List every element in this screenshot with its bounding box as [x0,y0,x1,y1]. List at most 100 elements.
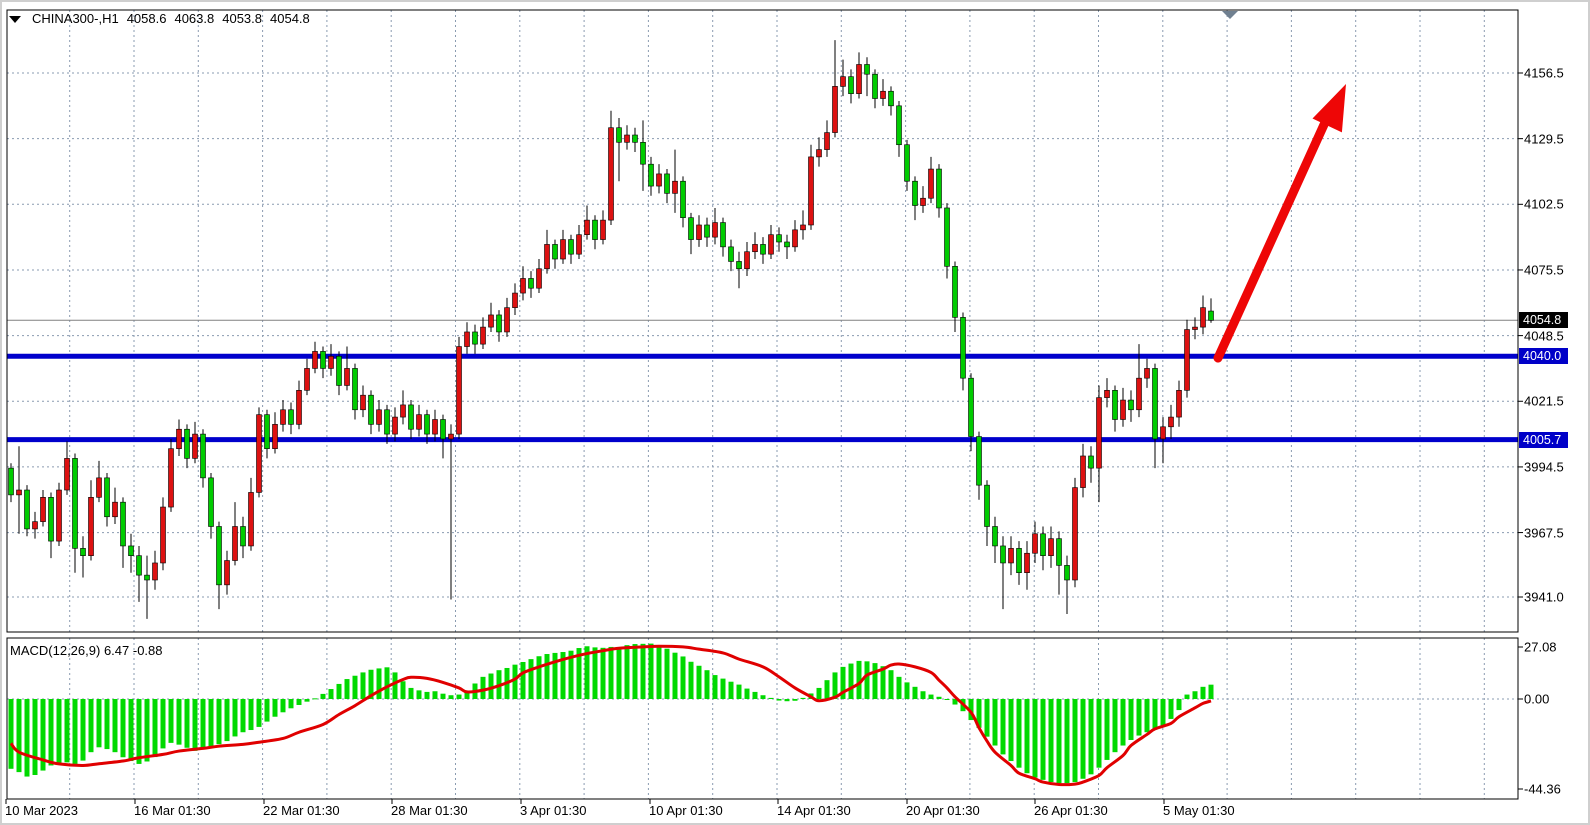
macd-histogram-bar [529,659,534,699]
macd-name: MACD(12,26,9) [10,643,100,658]
candle-body [793,230,798,247]
candle-body [97,478,102,497]
candle-body [993,526,998,545]
macd-axis-label[interactable]: 27.08 [1524,640,1557,655]
candle-body [681,181,686,217]
candle-body [689,218,694,240]
price-axis-label[interactable]: 3941.0 [1524,590,1564,605]
macd-histogram-bar [169,699,174,743]
price-axis-label[interactable]: 3994.5 [1524,459,1564,474]
candle-body [849,77,854,94]
candle-body [1185,330,1190,391]
time-axis-label[interactable]: 10 Apr 01:30 [649,803,723,818]
candle-body [641,142,646,164]
macd-histogram-bar [153,699,158,757]
candle-body [129,546,134,556]
candle-body [1121,400,1126,419]
macd-histogram-bar [81,699,86,761]
price-axis-label[interactable]: 4075.5 [1524,262,1564,277]
macd-histogram-bar [617,647,622,699]
macd-axis-label[interactable]: -44.36 [1524,782,1561,797]
macd-histogram-bar [721,679,726,699]
macd-histogram-bar [545,654,550,699]
macd-histogram-bar [265,699,270,722]
time-axis-label[interactable]: 16 Mar 01:30 [134,803,211,818]
candle-body [417,415,422,430]
candle-body [1209,311,1214,320]
chart-shift-marker-icon[interactable] [1222,11,1238,19]
macd-histogram-bar [673,653,678,699]
candle-body [713,223,718,238]
macd-histogram-bar [921,691,926,699]
time-axis-label[interactable]: 26 Apr 01:30 [1034,803,1108,818]
candle-body [121,502,126,546]
candle-body [145,575,150,580]
time-axis-label[interactable]: 5 May 01:30 [1163,803,1235,818]
macd-histogram-bar [905,682,910,699]
current-price-tag: 4054.8 [1519,312,1568,328]
up-arrow-head[interactable] [1313,84,1347,132]
candle-body [89,497,94,555]
macd-histogram-bar [1057,699,1062,783]
time-axis-label[interactable]: 3 Apr 01:30 [520,803,587,818]
macd-histogram-bar [1105,699,1110,760]
macd-histogram-bar [337,684,342,699]
candle-body [1073,488,1078,580]
candle-body [481,327,486,344]
candle-body [705,225,710,237]
time-axis-label[interactable]: 28 Mar 01:30 [391,803,468,818]
macd-histogram-bar [793,699,798,701]
candle-body [1001,546,1006,563]
candle-body [537,269,542,288]
price-axis-label[interactable]: 4156.5 [1524,66,1564,81]
macd-histogram-bar [201,699,206,750]
macd-histogram-bar [281,699,286,712]
price-axis-label[interactable]: 4129.5 [1524,131,1564,146]
time-axis-label[interactable]: 14 Apr 01:30 [777,803,851,818]
macd-histogram-bar [129,699,134,761]
candle-body [865,64,870,74]
macd-axis-label[interactable]: 0.00 [1524,692,1549,707]
price-axis-label[interactable]: 4021.5 [1524,394,1564,409]
macd-histogram-bar [457,695,462,699]
macd-histogram-bar [985,699,990,737]
macd-histogram-bar [1033,699,1038,778]
candle-body [561,240,566,259]
hline-tag-4005: 4005.7 [1519,432,1568,448]
candle-body [1169,417,1174,427]
symbol-dropdown-icon[interactable] [8,14,22,24]
macd-histogram-bar [401,681,406,699]
price-axis-label[interactable]: 4102.5 [1524,197,1564,212]
candle-body [945,208,950,266]
candle-body [449,434,454,439]
macd-histogram-bar [161,699,166,748]
time-axis-label[interactable]: 20 Apr 01:30 [906,803,980,818]
candle-body [201,434,206,478]
candle-body [273,424,278,448]
macd-histogram-bar [241,699,246,732]
macd-histogram-bar [801,698,806,699]
price-axis-label[interactable]: 3967.5 [1524,525,1564,540]
price-axis-label[interactable]: 4048.5 [1524,328,1564,343]
macd-histogram-bar [297,699,302,705]
time-axis-label[interactable]: 10 Mar 2023 [5,803,78,818]
candle-body [873,74,878,98]
macd-histogram-bar [273,699,278,717]
price-chart-canvas[interactable] [2,2,1590,825]
macd-histogram-bar [1025,699,1030,773]
macd-histogram-bar [1193,691,1198,699]
candle-body [817,150,822,157]
candle-body [281,410,286,425]
macd-histogram-bar [889,670,894,699]
macd-histogram-bar [1161,699,1166,726]
candle-body [1153,368,1158,439]
up-arrow-shaft[interactable] [1218,118,1327,358]
time-axis-label[interactable]: 22 Mar 01:30 [263,803,340,818]
candle-body [169,449,174,507]
candle-body [657,174,662,186]
candle-body [1033,534,1038,553]
candle-body [601,220,606,239]
macd-histogram-bar [321,694,326,699]
candle-body [929,169,934,198]
candle-body [985,485,990,526]
